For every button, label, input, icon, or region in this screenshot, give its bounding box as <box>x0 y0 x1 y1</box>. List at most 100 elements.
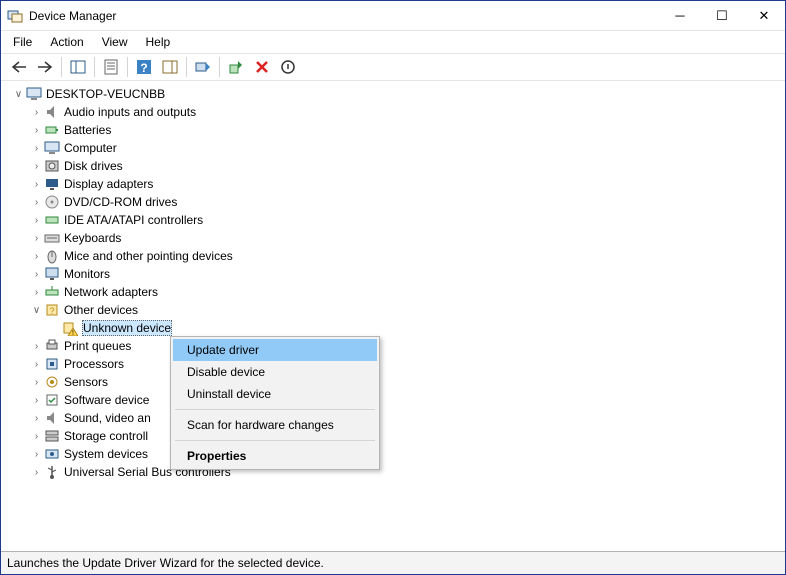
tree-category[interactable]: › Sound, video an <box>23 409 785 427</box>
device-tree[interactable]: ∨ DESKTOP-VEUCNBB › Audio inputs and outp… <box>1 81 785 552</box>
expander-closed-icon[interactable]: › <box>29 125 44 136</box>
tree-category[interactable]: › Computer <box>23 139 785 157</box>
expander-closed-icon[interactable]: › <box>29 215 44 226</box>
root-label: DESKTOP-VEUCNBB <box>46 87 165 101</box>
expander-closed-icon[interactable]: › <box>29 233 44 244</box>
expander-closed-icon[interactable]: › <box>29 413 44 424</box>
tree-item-unknown-device[interactable]: ! Unknown device <box>41 319 785 337</box>
actions-button[interactable] <box>158 55 182 79</box>
computer-icon <box>26 86 42 102</box>
tree-category[interactable]: › Mice and other pointing devices <box>23 247 785 265</box>
keyboard-icon <box>44 230 60 246</box>
category-label: Audio inputs and outputs <box>64 105 196 119</box>
printer-icon <box>44 338 60 354</box>
tree-category[interactable]: ›Disk drives <box>23 157 785 175</box>
ctx-update-driver[interactable]: Update driver <box>173 339 377 361</box>
forward-button[interactable] <box>33 55 57 79</box>
close-button[interactable]: ✕ <box>743 2 785 30</box>
tree-category[interactable]: › Network adapters <box>23 283 785 301</box>
ctx-disable-device[interactable]: Disable device <box>173 361 377 383</box>
category-label: Batteries <box>64 123 111 137</box>
expander-closed-icon[interactable]: › <box>29 431 44 442</box>
tree-root[interactable]: ∨ DESKTOP-VEUCNBB <box>5 85 785 103</box>
mouse-icon <box>44 248 60 264</box>
tree-category[interactable]: › Audio inputs and outputs <box>23 103 785 121</box>
expander-closed-icon[interactable]: › <box>29 341 44 352</box>
expander-closed-icon[interactable]: › <box>29 377 44 388</box>
scan-hardware-button[interactable] <box>191 55 215 79</box>
expander-open-icon[interactable]: ∨ <box>11 89 26 100</box>
help-icon: ? <box>136 59 152 75</box>
expander-closed-icon[interactable]: › <box>29 179 44 190</box>
tree-category[interactable]: ›System devices <box>23 445 785 463</box>
disable-toolbar-button[interactable] <box>276 55 300 79</box>
toolbar-separator <box>219 57 220 77</box>
ctx-uninstall-device[interactable]: Uninstall device <box>173 383 377 405</box>
ctx-properties[interactable]: Properties <box>173 445 377 467</box>
network-icon <box>44 284 60 300</box>
category-label: Processors <box>64 357 124 371</box>
expander-closed-icon[interactable]: › <box>29 287 44 298</box>
maximize-button[interactable]: ☐ <box>701 2 743 30</box>
expander-closed-icon[interactable]: › <box>29 467 44 478</box>
properties-button[interactable] <box>99 55 123 79</box>
category-label: DVD/CD-ROM drives <box>64 195 177 209</box>
menu-view[interactable]: View <box>94 33 136 51</box>
category-label: Software device <box>64 393 149 407</box>
context-separator <box>175 409 375 410</box>
uninstall-toolbar-button[interactable] <box>250 55 274 79</box>
category-label: Computer <box>64 141 117 155</box>
ctx-scan-hardware[interactable]: Scan for hardware changes <box>173 414 377 436</box>
tree-category[interactable]: ›Sensors <box>23 373 785 391</box>
tree-category[interactable]: › IDE ATA/ATAPI controllers <box>23 211 785 229</box>
expander-closed-icon[interactable]: › <box>29 107 44 118</box>
status-text: Launches the Update Driver Wizard for th… <box>7 556 324 570</box>
unknown-device-label: Unknown device <box>82 320 172 336</box>
other-devices-icon: ? <box>44 302 60 318</box>
tree-category[interactable]: › Keyboards <box>23 229 785 247</box>
category-label: Other devices <box>64 303 138 317</box>
tree-category[interactable]: ›Universal Serial Bus controllers <box>23 463 785 481</box>
tree-pane-icon <box>70 59 86 75</box>
warning-device-icon: ! <box>62 320 78 336</box>
minimize-button[interactable]: ─ <box>659 2 701 30</box>
expander-closed-icon[interactable]: › <box>29 161 44 172</box>
toolbar: ? <box>1 53 785 81</box>
category-label: Sound, video an <box>64 411 151 425</box>
expander-closed-icon[interactable]: › <box>29 269 44 280</box>
tree-category[interactable]: ›Print queues <box>23 337 785 355</box>
audio-icon <box>44 104 60 120</box>
category-label: Display adapters <box>64 177 153 191</box>
computer-icon <box>44 140 60 156</box>
expander-closed-icon[interactable]: › <box>29 197 44 208</box>
tree-category[interactable]: › Display adapters <box>23 175 785 193</box>
expander-closed-icon[interactable]: › <box>29 251 44 262</box>
tree-category[interactable]: › Processors <box>23 355 785 373</box>
battery-icon <box>44 122 60 138</box>
category-label: IDE ATA/ATAPI controllers <box>64 213 203 227</box>
tree-category[interactable]: ›Monitors <box>23 265 785 283</box>
arrow-left-icon <box>11 61 27 73</box>
tree-category[interactable]: › Batteries <box>23 121 785 139</box>
expander-open-icon[interactable]: ∨ <box>29 305 44 316</box>
category-label: Network adapters <box>64 285 158 299</box>
expander-closed-icon[interactable]: › <box>29 395 44 406</box>
help-button[interactable]: ? <box>132 55 156 79</box>
menu-action[interactable]: Action <box>42 33 91 51</box>
tree-category[interactable]: › Software device <box>23 391 785 409</box>
category-label: Keyboards <box>64 231 121 245</box>
tree-category-other-devices[interactable]: ∨ ? Other devices <box>23 301 785 319</box>
expander-closed-icon[interactable]: › <box>29 143 44 154</box>
expander-closed-icon[interactable]: › <box>29 359 44 370</box>
tree-category[interactable]: ›Storage controll <box>23 427 785 445</box>
menu-file[interactable]: File <box>5 33 40 51</box>
show-hide-tree-button[interactable] <box>66 55 90 79</box>
menu-help[interactable]: Help <box>138 33 179 51</box>
svg-text:?: ? <box>49 306 54 316</box>
category-label: Mice and other pointing devices <box>64 249 233 263</box>
back-button[interactable] <box>7 55 31 79</box>
expander-closed-icon[interactable]: › <box>29 449 44 460</box>
disable-icon <box>280 59 296 75</box>
update-driver-toolbar-button[interactable] <box>224 55 248 79</box>
tree-category[interactable]: › DVD/CD-ROM drives <box>23 193 785 211</box>
